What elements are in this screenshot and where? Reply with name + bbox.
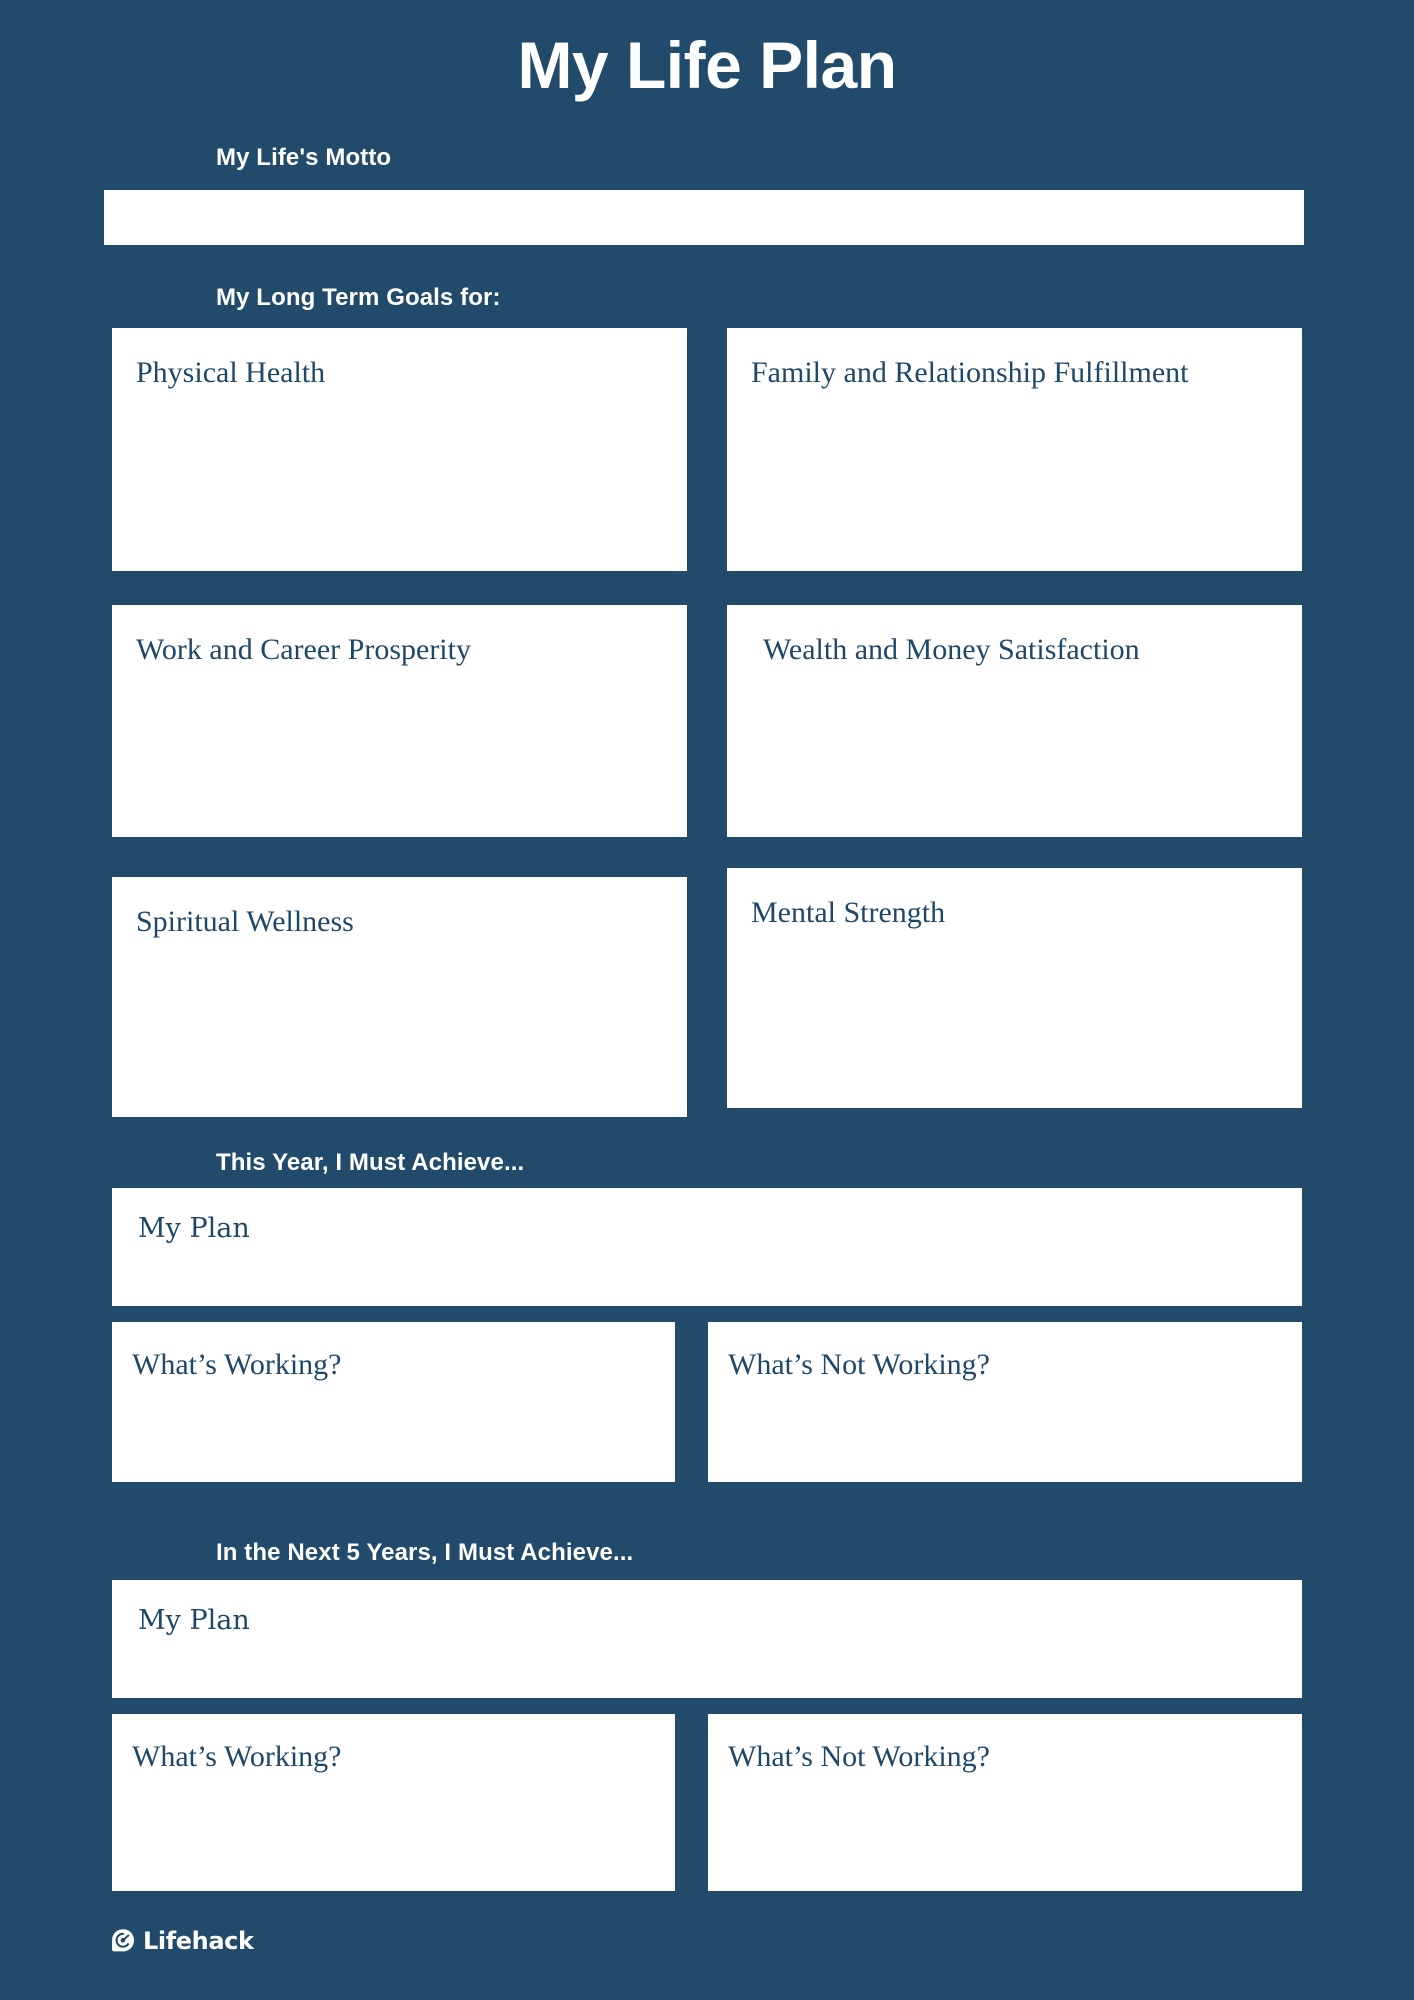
goal-card-label: Work and Career Prosperity [136, 633, 471, 666]
next-five-years-whats-working-card[interactable]: What’s Working? [112, 1714, 675, 1891]
this-year-whats-not-working-label: What’s Not Working? [728, 1348, 990, 1381]
goal-card-family-and-relationship-fulfillment[interactable]: Family and Relationship Fulfillment [727, 328, 1302, 571]
next-five-years-my-plan-card[interactable]: My Plan [112, 1580, 1302, 1698]
life-plan-worksheet: My Life Plan My Life's Motto My Long Ter… [0, 0, 1414, 2000]
next-five-years-section-label: In the Next 5 Years, I Must Achieve... [216, 1539, 634, 1566]
goal-card-wealth-and-money-satisfaction[interactable]: Wealth and Money Satisfaction [727, 605, 1302, 837]
goal-card-physical-health[interactable]: Physical Health [112, 328, 687, 571]
this-year-whats-not-working-card[interactable]: What’s Not Working? [708, 1322, 1302, 1482]
lifehack-swirl-icon [112, 1929, 134, 1952]
goal-card-label: Wealth and Money Satisfaction [763, 633, 1140, 666]
goal-card-label: Mental Strength [751, 896, 946, 929]
long-term-goals-section-label: My Long Term Goals for: [216, 284, 501, 311]
this-year-my-plan-card[interactable]: My Plan [112, 1188, 1302, 1306]
next-five-years-my-plan-label: My Plan [138, 1605, 250, 1636]
motto-section-label: My Life's Motto [216, 144, 392, 171]
this-year-section-label: This Year, I Must Achieve... [216, 1149, 525, 1176]
goal-card-label: Family and Relationship Fulfillment [751, 356, 1189, 389]
this-year-whats-working-label: What’s Working? [132, 1348, 342, 1381]
footer-brand-name: Lifehack [143, 1927, 254, 1955]
next-five-years-whats-not-working-card[interactable]: What’s Not Working? [708, 1714, 1302, 1891]
this-year-whats-working-card[interactable]: What’s Working? [112, 1322, 675, 1482]
this-year-my-plan-label: My Plan [138, 1213, 250, 1244]
next-five-years-whats-working-label: What’s Working? [132, 1740, 342, 1773]
goal-card-spiritual-wellness[interactable]: Spiritual Wellness [112, 877, 687, 1117]
goal-card-mental-strength[interactable]: Mental Strength [727, 868, 1302, 1108]
footer-brand-logo: Lifehack [110, 1928, 254, 1954]
goal-card-label: Physical Health [136, 356, 326, 389]
motto-input-field[interactable] [104, 190, 1304, 245]
goal-card-work-and-career-prosperity[interactable]: Work and Career Prosperity [112, 605, 687, 837]
page-title: My Life Plan [517, 28, 897, 102]
goal-card-label: Spiritual Wellness [136, 905, 354, 938]
next-five-years-whats-not-working-label: What’s Not Working? [728, 1740, 990, 1773]
